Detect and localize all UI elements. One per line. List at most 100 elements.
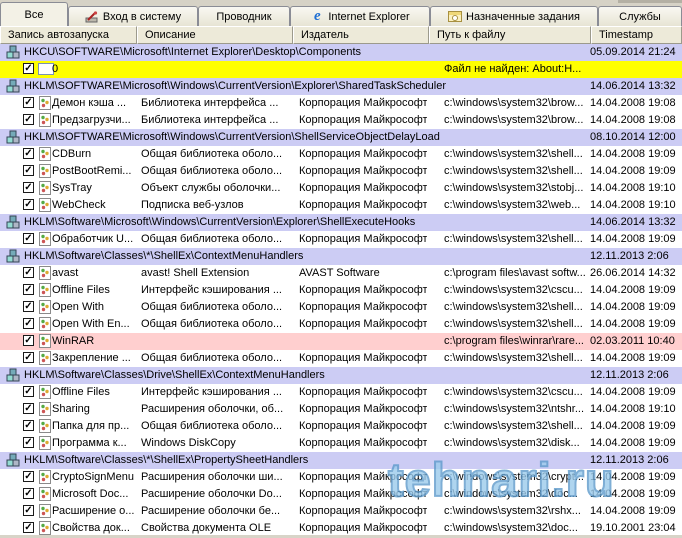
registry-icon xyxy=(6,368,20,382)
autorun-entry-row[interactable]: ✓ CDBurn Общая библиотека оболо... Корпорац… xyxy=(0,146,682,163)
tab-scheduled-tasks[interactable]: Назначенные задания xyxy=(430,6,598,26)
tab-label: Назначенные задания xyxy=(466,10,580,23)
tab-all[interactable]: Все xyxy=(0,2,68,26)
column-header-4[interactable]: Timestamp xyxy=(591,26,682,44)
cell-ts: 14.04.2008 19:09 xyxy=(590,437,676,449)
cell-name: Папка для пр... xyxy=(52,420,130,432)
enabled-checkbox[interactable]: ✓ xyxy=(23,182,34,193)
dll-icon xyxy=(38,164,52,178)
cell-name: Обработчик U... xyxy=(52,233,134,245)
enabled-checkbox[interactable]: ✓ xyxy=(23,267,34,278)
autorun-entry-row[interactable]: ✓ Расширение о... Расширение оболочки бе..… xyxy=(0,503,682,520)
cell-key: HKLM\SOFTWARE\Microsoft\Windows\CurrentV… xyxy=(24,131,440,143)
cell-ts: 26.06.2014 14:32 xyxy=(590,267,676,279)
autorun-entry-row[interactable]: ✓ SysTray Объект службы оболочки... Корпора… xyxy=(0,180,682,197)
dll-icon xyxy=(38,181,52,195)
cell-ts xyxy=(590,61,680,78)
enabled-checkbox[interactable]: ✓ xyxy=(23,352,34,363)
registry-key-row[interactable]: HKLM\Software\Microsoft\Windows\CurrentV… xyxy=(0,214,682,231)
dll-icon xyxy=(38,402,52,416)
cell-name: Microsoft Doc... xyxy=(52,488,129,500)
cell-name: CryptoSignMenu xyxy=(52,471,134,483)
enabled-checkbox[interactable]: ✓ xyxy=(23,199,34,210)
cell-key: HKLM\SOFTWARE\Microsoft\Windows\CurrentV… xyxy=(24,80,447,92)
dll-icon xyxy=(38,436,52,450)
tab-label: Internet Explorer xyxy=(328,10,410,23)
tab-internet-explorer[interactable]: e Internet Explorer xyxy=(290,6,430,26)
enabled-checkbox[interactable]: ✓ xyxy=(23,165,34,176)
autorun-entry-row[interactable]: ✓ WinRAR c:\program files\winrar\rare... 02… xyxy=(0,333,682,350)
enabled-checkbox[interactable]: ✓ xyxy=(23,522,34,533)
cell-ts: 14.04.2008 19:10 xyxy=(590,182,676,194)
autorun-entry-row[interactable]: ✓ Offline Files Интерфейс кэширования ... К… xyxy=(0,282,682,299)
registry-key-row[interactable]: HKLM\SOFTWARE\Microsoft\Windows\CurrentV… xyxy=(0,129,682,146)
cell-desc: Библиотека интерфейса ... xyxy=(141,114,279,126)
cell-path: c:\windows\system32\rshx... xyxy=(444,505,581,517)
autorun-entry-row[interactable]: ✓ CryptoSignMenu Расширения оболочки ши...… xyxy=(0,469,682,486)
enabled-checkbox[interactable]: ✓ xyxy=(23,420,34,431)
column-header-1[interactable]: Описание xyxy=(137,26,293,44)
registry-key-row[interactable]: HKLM\Software\Classes\*\ShellEx\ContextM… xyxy=(0,248,682,265)
registry-key-row[interactable]: HKLM\Software\Classes\*\ShellEx\Property… xyxy=(0,452,682,469)
autorun-entry-row[interactable]: ✓ 0 Файл не найден: About:H... xyxy=(0,61,682,78)
enabled-checkbox[interactable]: ✓ xyxy=(23,403,34,414)
cell-desc: Библиотека интерфейса ... xyxy=(141,97,279,109)
column-headers: Запись автозапуска Описание Издатель Путь к… xyxy=(0,26,682,44)
enabled-checkbox[interactable]: ✓ xyxy=(23,233,34,244)
autorun-entry-row[interactable]: ✓ Папка для пр... Общая библиотека оболо..… xyxy=(0,418,682,435)
registry-key-row[interactable]: HKLM\Software\Classes\Drive\ShellEx\Cont… xyxy=(0,367,682,384)
cell-ts: 14.04.2008 19:08 xyxy=(590,114,676,126)
enabled-checkbox[interactable]: ✓ xyxy=(23,471,34,482)
enabled-checkbox[interactable]: ✓ xyxy=(23,63,34,74)
enabled-checkbox[interactable]: ✓ xyxy=(23,386,34,397)
tab-services[interactable]: Службы xyxy=(598,6,682,26)
enabled-checkbox[interactable]: ✓ xyxy=(23,335,34,346)
autorun-entry-row[interactable]: ✓ Предзагрузчи... Библиотека интерфейса ..… xyxy=(0,112,682,129)
dll-icon xyxy=(38,334,52,348)
enabled-checkbox[interactable]: ✓ xyxy=(23,284,34,295)
cell-path: c:\windows\system32\brow... xyxy=(444,114,584,126)
tab-explorer[interactable]: Проводник xyxy=(198,6,290,26)
autorun-entry-row[interactable]: ✓ PostBootRemi... Общая библиотека оболо..… xyxy=(0,163,682,180)
cell-ts: 08.10.2014 12:00 xyxy=(590,131,676,143)
registry-icon xyxy=(6,215,20,229)
cell-pub: Корпорация Майкрософт xyxy=(299,182,427,194)
column-header-3[interactable]: Путь к файлу xyxy=(429,26,591,44)
autorun-entry-row[interactable]: ✓ avast avast! Shell Extension AVAST Softwa… xyxy=(0,265,682,282)
autorun-entry-row[interactable]: ✓ Open With Общая библиотека оболо... Корпо… xyxy=(0,299,682,316)
cell-pub: AVAST Software xyxy=(299,267,380,279)
autorun-entry-row[interactable]: ✓ Sharing Расширения оболочки, об... Корпор… xyxy=(0,401,682,418)
cell-path: c:\windows\system32\shell... xyxy=(444,233,583,245)
enabled-checkbox[interactable]: ✓ xyxy=(23,148,34,159)
autorun-entry-row[interactable]: ✓ Обработчик U... Общая библиотека оболо..… xyxy=(0,231,682,248)
enabled-checkbox[interactable]: ✓ xyxy=(23,97,34,108)
registry-key-row[interactable]: HKCU\SOFTWARE\Microsoft\Internet Explore… xyxy=(0,44,682,61)
enabled-checkbox[interactable]: ✓ xyxy=(23,488,34,499)
tab-logon[interactable]: Вход в систему xyxy=(68,6,198,26)
cell-path: c:\windows\system32\stobj... xyxy=(444,182,584,194)
cell-path: c:\windows\system32\web... xyxy=(444,199,581,211)
autorun-entry-row[interactable]: ✓ Microsoft Doc... Расширение оболочки Do.… xyxy=(0,486,682,503)
cell-pub: Корпорация Майкрософт xyxy=(299,148,427,160)
cell-key: HKLM\Software\Microsoft\Windows\CurrentV… xyxy=(24,216,416,228)
enabled-checkbox[interactable]: ✓ xyxy=(23,301,34,312)
cell-pub: Корпорация Майкрософт xyxy=(299,403,427,415)
autoruns-list: HKCU\SOFTWARE\Microsoft\Internet Explore… xyxy=(0,44,682,535)
enabled-checkbox[interactable]: ✓ xyxy=(23,318,34,329)
dll-icon xyxy=(38,96,52,110)
cell-pub: Корпорация Майкрософт xyxy=(299,284,427,296)
autorun-entry-row[interactable]: ✓ Программа к... Windows DiskCopy Корпораци… xyxy=(0,435,682,452)
autorun-entry-row[interactable]: ✓ WebCheck Подписка веб-узлов Корпорация Ма… xyxy=(0,197,682,214)
enabled-checkbox[interactable]: ✓ xyxy=(23,505,34,516)
autorun-entry-row[interactable]: ✓ Offline Files Интерфейс кэширования ... К… xyxy=(0,384,682,401)
cell-pub: Корпорация Майкрософт xyxy=(299,97,427,109)
column-header-0[interactable]: Запись автозапуска xyxy=(0,26,137,44)
autorun-entry-row[interactable]: ✓ Open With En... Общая библиотека оболо..… xyxy=(0,316,682,333)
autorun-entry-row[interactable]: ✓ Демон кэша ... Библиотека интерфейса ...… xyxy=(0,95,682,112)
enabled-checkbox[interactable]: ✓ xyxy=(23,114,34,125)
column-header-2[interactable]: Издатель xyxy=(293,26,429,44)
cell-desc: Общая библиотека оболо... xyxy=(141,318,283,330)
registry-key-row[interactable]: HKLM\SOFTWARE\Microsoft\Windows\CurrentV… xyxy=(0,78,682,95)
enabled-checkbox[interactable]: ✓ xyxy=(23,437,34,448)
autorun-entry-row[interactable]: ✓ Закрепление ... Общая библиотека оболо..… xyxy=(0,350,682,367)
